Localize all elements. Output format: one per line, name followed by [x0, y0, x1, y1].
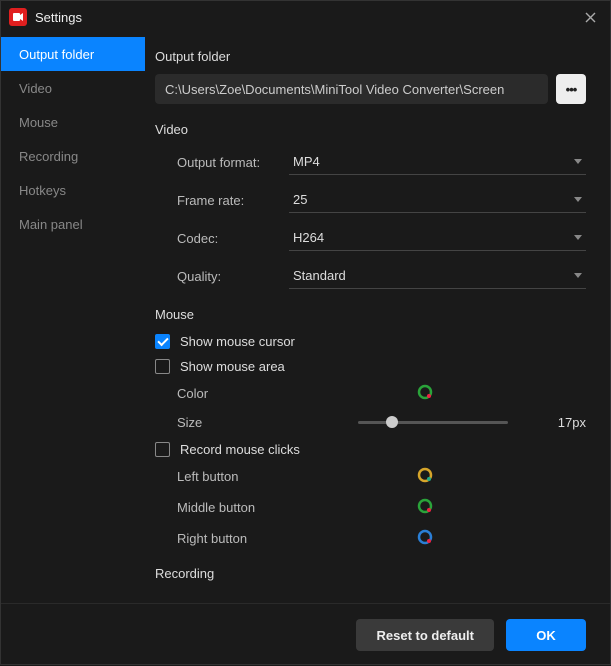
area-color-label: Color — [177, 386, 317, 401]
frame-rate-label: Frame rate: — [177, 193, 289, 208]
left-button-label: Left button — [177, 469, 317, 484]
output-path-field[interactable]: C:\Users\Zoe\Documents\MiniTool Video Co… — [155, 74, 548, 104]
chevron-down-icon — [574, 235, 582, 240]
main-panel: Output folder C:\Users\Zoe\Documents\Min… — [145, 33, 610, 603]
slider-thumb[interactable] — [386, 416, 398, 428]
size-value: 17px — [526, 415, 586, 430]
chevron-down-icon — [574, 273, 582, 278]
quality-select[interactable]: Standard — [289, 263, 586, 289]
chevron-down-icon — [574, 159, 582, 164]
show-area-label: Show mouse area — [180, 359, 285, 374]
quality-label: Quality: — [177, 269, 289, 284]
show-area-checkbox[interactable] — [155, 359, 170, 374]
sidebar-item-video[interactable]: Video — [1, 71, 145, 105]
chevron-down-icon — [574, 197, 582, 202]
sidebar-item-label: Main panel — [19, 217, 83, 232]
sidebar: Output folder Video Mouse Recording Hotk… — [1, 33, 145, 603]
video-section-title: Video — [155, 122, 586, 137]
output-format-label: Output format: — [177, 155, 289, 170]
titlebar: Settings — [1, 1, 610, 33]
mouse-section-title: Mouse — [155, 307, 586, 322]
middle-color-icon[interactable] — [417, 498, 433, 517]
footer: Reset to default OK — [1, 603, 610, 666]
sidebar-item-label: Video — [19, 81, 52, 96]
reset-button[interactable]: Reset to default — [356, 619, 494, 651]
sidebar-item-main-panel[interactable]: Main panel — [1, 207, 145, 241]
sidebar-item-label: Hotkeys — [19, 183, 66, 198]
sidebar-item-mouse[interactable]: Mouse — [1, 105, 145, 139]
browse-button[interactable]: ••• — [556, 74, 586, 104]
middle-button-label: Middle button — [177, 500, 317, 515]
codec-label: Codec: — [177, 231, 289, 246]
right-color-icon[interactable] — [417, 529, 433, 548]
ok-button[interactable]: OK — [506, 619, 586, 651]
size-label: Size — [177, 415, 317, 430]
codec-select[interactable]: H264 — [289, 225, 586, 251]
frame-rate-select[interactable]: 25 — [289, 187, 586, 213]
sidebar-item-label: Mouse — [19, 115, 58, 130]
show-cursor-checkbox[interactable] — [155, 334, 170, 349]
left-color-icon[interactable] — [417, 467, 433, 486]
record-clicks-checkbox[interactable] — [155, 442, 170, 457]
record-clicks-label: Record mouse clicks — [180, 442, 300, 457]
size-slider[interactable] — [358, 421, 508, 424]
close-button[interactable] — [578, 5, 602, 29]
sidebar-item-label: Recording — [19, 149, 78, 164]
color-picker-icon[interactable] — [417, 384, 433, 403]
sidebar-item-recording[interactable]: Recording — [1, 139, 145, 173]
show-cursor-label: Show mouse cursor — [180, 334, 295, 349]
window-title: Settings — [35, 10, 82, 25]
right-button-label: Right button — [177, 531, 317, 546]
sidebar-item-hotkeys[interactable]: Hotkeys — [1, 173, 145, 207]
output-folder-title: Output folder — [155, 49, 586, 64]
sidebar-item-label: Output folder — [19, 47, 94, 62]
sidebar-item-output-folder[interactable]: Output folder — [1, 37, 145, 71]
output-format-select[interactable]: MP4 — [289, 149, 586, 175]
app-icon — [9, 8, 27, 26]
recording-section-title: Recording — [155, 566, 586, 581]
